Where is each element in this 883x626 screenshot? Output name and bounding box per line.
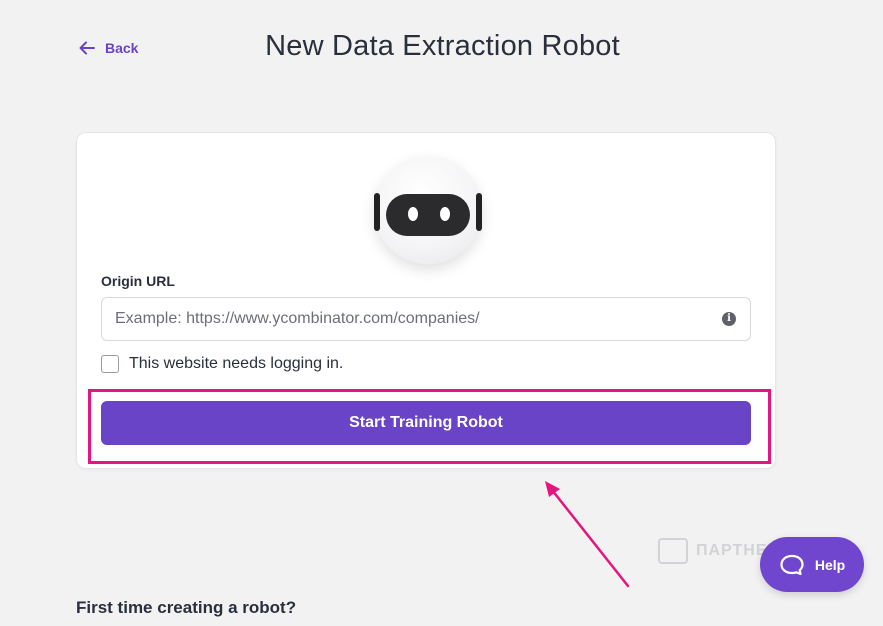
robot-eye-right: [440, 207, 450, 221]
watermark-logo-icon: [658, 538, 688, 564]
robot-ear-right: [476, 193, 482, 231]
chat-bubble-icon: [780, 554, 804, 575]
login-checkbox[interactable]: [101, 355, 119, 373]
robot-eye-left: [408, 207, 418, 221]
origin-url-input[interactable]: [102, 298, 712, 340]
robot-visor: [386, 194, 470, 236]
help-button[interactable]: Help: [760, 537, 864, 592]
login-option: This website needs logging in.: [101, 355, 343, 373]
page-title: New Data Extraction Robot: [265, 30, 620, 62]
help-label: Help: [814, 556, 846, 573]
first-time-heading: First time creating a robot?: [76, 598, 297, 617]
robot-ear-left: [374, 193, 380, 231]
info-icon[interactable]: i: [722, 312, 736, 326]
robot-avatar-icon: [374, 156, 482, 264]
login-checkbox-label[interactable]: This website needs logging in.: [129, 355, 343, 373]
origin-url-field: i: [101, 297, 751, 341]
origin-url-label: Origin URL: [101, 273, 175, 289]
page: Back New Data Extraction Robot Origin UR…: [0, 0, 883, 626]
robot-form-card: Origin URL i This website needs logging …: [76, 132, 776, 469]
start-training-button[interactable]: Start Training Robot: [101, 401, 751, 445]
